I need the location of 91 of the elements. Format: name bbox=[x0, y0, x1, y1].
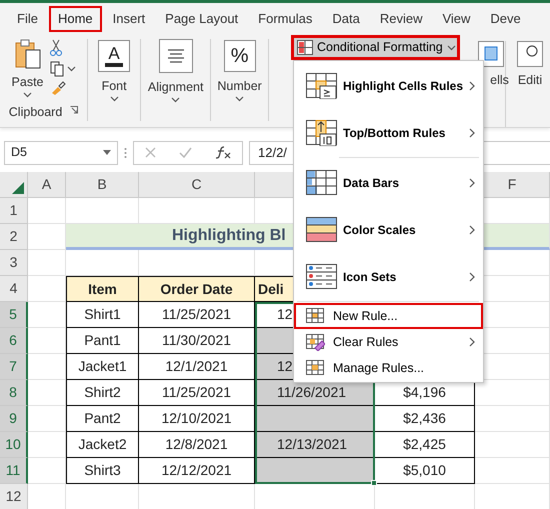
table-cell: 12/1/2021 bbox=[139, 354, 255, 380]
dialog-launcher-icon[interactable] bbox=[70, 106, 78, 114]
row-header[interactable]: 11 bbox=[0, 458, 28, 484]
table-cell: 12/8/2021 bbox=[139, 432, 255, 458]
menu-tab[interactable]: Review bbox=[370, 6, 432, 32]
row-header[interactable]: 1 bbox=[0, 198, 28, 224]
menu-item[interactable]: Highlight Cells Rules bbox=[294, 62, 483, 109]
row-header[interactable]: 12 bbox=[0, 484, 28, 509]
row-header[interactable]: 5 bbox=[0, 302, 28, 328]
group-label[interactable]: Font bbox=[102, 77, 127, 96]
chevron-icon bbox=[66, 66, 76, 72]
menu-item[interactable]: Top/Bottom Rules bbox=[294, 109, 483, 156]
row-header[interactable]: 2 bbox=[0, 224, 28, 250]
manage-rules-icon bbox=[306, 360, 325, 376]
table-cell: 11/25/2021 bbox=[139, 380, 255, 406]
table-cell: $2,436 bbox=[375, 406, 475, 432]
dropdown-icon bbox=[103, 150, 111, 155]
fill-handle[interactable] bbox=[371, 480, 377, 486]
table-cell: Pant2 bbox=[66, 406, 139, 432]
group-label[interactable]: Number bbox=[217, 77, 262, 96]
header-cell: Order Date bbox=[139, 276, 255, 302]
table-cell: 11/30/2021 bbox=[139, 328, 255, 354]
row-header[interactable]: 9 bbox=[0, 406, 28, 432]
table-cell: $2,425 bbox=[375, 432, 475, 458]
select-all-icon[interactable] bbox=[12, 182, 24, 194]
empty-cell[interactable] bbox=[475, 458, 550, 484]
enter-icon[interactable] bbox=[178, 147, 192, 158]
data-bars-icon bbox=[306, 170, 337, 196]
table-cell: Jacket1 bbox=[66, 354, 139, 380]
menu-tab[interactable]: File bbox=[8, 6, 47, 32]
align-icon[interactable] bbox=[158, 39, 193, 73]
new-rule-icon bbox=[306, 308, 325, 324]
column-header[interactable]: A bbox=[28, 172, 66, 198]
group-label[interactable]: ells bbox=[490, 71, 509, 90]
menu-tab[interactable]: Page Layout bbox=[156, 6, 248, 32]
table-cell: 12/10/2021 bbox=[139, 406, 255, 432]
table-cell: 11/25/2021 bbox=[139, 302, 255, 328]
table-cell: 12/12/2021 bbox=[139, 458, 255, 484]
chevron-icon bbox=[235, 96, 244, 102]
cancel-icon[interactable] bbox=[145, 147, 156, 158]
cells-icon[interactable] bbox=[478, 41, 504, 67]
menu-tab[interactable]: Formulas bbox=[249, 6, 322, 32]
header-cell: Item bbox=[66, 276, 139, 302]
function-icon[interactable] bbox=[214, 146, 231, 159]
table-cell: Jacket2 bbox=[66, 432, 139, 458]
brush-icon[interactable] bbox=[50, 81, 66, 95]
column-header[interactable]: B bbox=[66, 172, 139, 198]
chevron-icon bbox=[110, 96, 119, 102]
grid-icon bbox=[297, 40, 313, 55]
empty-cell[interactable] bbox=[475, 432, 550, 458]
group-label[interactable]: Editi bbox=[518, 71, 542, 90]
table-cell: Shirt2 bbox=[66, 380, 139, 406]
copy-icon[interactable] bbox=[50, 61, 64, 77]
color-scales-icon bbox=[306, 216, 337, 242]
glyph-icon[interactable]: A bbox=[98, 40, 130, 72]
table-cell: Shirt1 bbox=[66, 302, 139, 328]
search-icon[interactable] bbox=[517, 41, 543, 67]
table-cell: Pant1 bbox=[66, 328, 139, 354]
row-header[interactable]: 8 bbox=[0, 380, 28, 406]
menu-tab[interactable]: Deve bbox=[481, 6, 530, 32]
paste-icon bbox=[14, 39, 42, 69]
menu-item[interactable]: Clear Rules bbox=[294, 329, 483, 355]
glyph-icon[interactable]: % bbox=[224, 40, 256, 72]
menu-tab[interactable]: Home bbox=[48, 6, 102, 32]
highlight-rules-icon bbox=[306, 72, 337, 98]
grip-icon bbox=[124, 146, 127, 158]
top-bottom-rules-icon bbox=[306, 120, 337, 146]
group-label: Clipboard bbox=[8, 104, 62, 121]
chevron-icon bbox=[446, 44, 456, 50]
table-cell: 12/13/2021 bbox=[255, 432, 375, 458]
paste-button[interactable]: Paste bbox=[12, 73, 44, 92]
menu-tab[interactable]: Data bbox=[323, 6, 369, 32]
row-header[interactable]: 10 bbox=[0, 432, 28, 458]
menu-tab[interactable]: Insert bbox=[104, 6, 154, 32]
name-box[interactable]: D5 bbox=[4, 140, 118, 164]
table-cell: Shirt3 bbox=[66, 458, 139, 484]
chevron-icon bbox=[23, 92, 32, 98]
row-header[interactable]: 7 bbox=[0, 354, 28, 380]
chevron-icon bbox=[171, 96, 180, 103]
conditional-formatting-button[interactable]: Conditional Formatting bbox=[291, 35, 460, 60]
scissors-icon[interactable] bbox=[50, 39, 62, 57]
row-header[interactable]: 6 bbox=[0, 328, 28, 354]
menu-item[interactable]: New Rule... bbox=[294, 303, 483, 329]
icon-sets-icon bbox=[306, 264, 337, 290]
row-header[interactable]: 3 bbox=[0, 250, 28, 276]
group-label[interactable]: Alignment bbox=[148, 78, 204, 97]
row-header[interactable]: 4 bbox=[0, 276, 28, 302]
column-header[interactable]: C bbox=[139, 172, 255, 198]
clear-rules-icon bbox=[306, 334, 325, 350]
empty-cell[interactable] bbox=[475, 406, 550, 432]
menu-tab[interactable]: View bbox=[433, 6, 480, 32]
